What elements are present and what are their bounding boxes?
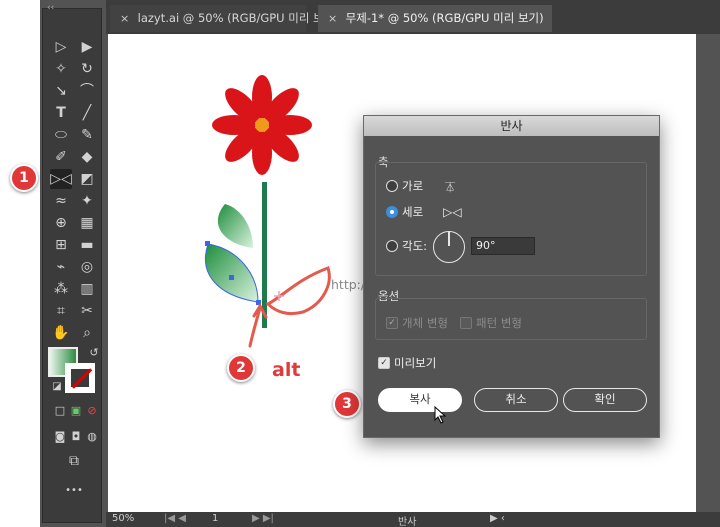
magic-wand-tool-icon[interactable]: ✧ xyxy=(50,59,72,79)
horizontal-axis-option[interactable]: 가로 ⏄ xyxy=(386,178,455,194)
zoom-level[interactable]: 50% xyxy=(112,513,134,524)
paintbrush-tool-icon[interactable]: ✎ xyxy=(76,125,98,145)
shape-builder-tool-icon[interactable]: ⊕ xyxy=(50,213,72,233)
alt-key-label: alt xyxy=(272,359,301,381)
ellipse-tool-icon[interactable]: ⬭ xyxy=(50,125,72,145)
reflect-dialog: 반사 축 가로 ⏄ 세로 ▷◁ 각도: 90° 옵션 ✓ 개체 변형 ✓ 패턴 … xyxy=(363,115,660,438)
reflect-tool-icon[interactable]: ▷◁ xyxy=(50,169,72,189)
transform-patterns-checkbox: ✓ xyxy=(460,317,472,329)
status-bar: 50% |◀ ◀ 1 ▶ ▶| 반사 ▶ ‹ xyxy=(106,512,720,527)
angle-dial[interactable] xyxy=(433,231,465,263)
upper-leaf xyxy=(217,204,253,248)
transform-objects-option: ✓ 개체 변형 xyxy=(386,315,448,331)
angle-axis-option[interactable]: 각도: xyxy=(386,238,427,254)
artboard-nav-next-icon[interactable]: ▶ ▶| xyxy=(252,513,274,524)
transform-patterns-label: 패턴 변형 xyxy=(476,316,522,330)
mesh-tool-icon[interactable]: ⊞ xyxy=(50,235,72,255)
puppet-warp-tool-icon[interactable]: ✦ xyxy=(76,191,98,211)
artboard-nav-first-icon[interactable]: |◀ ◀ xyxy=(164,513,186,524)
eraser-tool-icon[interactable]: ◆ xyxy=(76,147,98,167)
slice-tool-icon[interactable]: ✂ xyxy=(76,301,98,321)
screenshot: × lazyt.ai @ 50% (RGB/GPU 미리 보기) × 무제-1*… xyxy=(0,0,720,527)
artboard-tool-icon[interactable]: ⌗ xyxy=(50,301,72,321)
status-menu-icon[interactable]: ▶ ‹ xyxy=(490,513,505,524)
shaper-tool-icon[interactable]: ✐ xyxy=(50,147,72,167)
scale-tool-icon[interactable]: ◩ xyxy=(76,169,98,189)
preview-checkbox[interactable]: ✓ xyxy=(378,357,390,369)
ok-button[interactable]: 확인 xyxy=(563,388,647,412)
anchor-point[interactable] xyxy=(205,241,210,246)
draw-inside-icon[interactable]: ◍ xyxy=(81,427,103,447)
none-mode-icon[interactable]: ⊘ xyxy=(81,401,103,421)
collapse-panel-icon[interactable]: ‹‹ xyxy=(47,3,54,13)
curvature-tool-icon[interactable]: ⌒ xyxy=(76,81,98,101)
swap-colors-icon[interactable]: ↺ xyxy=(83,343,105,363)
vertical-axis-option[interactable]: 세로 ▷◁ xyxy=(386,204,462,220)
transform-objects-label: 개체 변형 xyxy=(402,316,448,330)
angle-label: 각도: xyxy=(402,239,428,253)
horizontal-label: 가로 xyxy=(402,179,424,193)
hand-tool-icon[interactable]: ✋ xyxy=(50,323,72,343)
screen-mode-icon[interactable]: ⧉ xyxy=(63,451,85,471)
angle-radio[interactable] xyxy=(386,240,398,252)
tab-lazyt[interactable]: × lazyt.ai @ 50% (RGB/GPU 미리 보기) xyxy=(110,5,339,32)
eyedropper-tool-icon[interactable]: ⌁ xyxy=(50,257,72,277)
mouse-cursor-icon xyxy=(434,406,447,424)
perspective-grid-tool-icon[interactable]: ▦ xyxy=(76,213,98,233)
gradient-tool-icon[interactable]: ▬ xyxy=(76,235,98,255)
symbol-sprayer-tool-icon[interactable]: ⁂ xyxy=(50,279,72,299)
stroke-color-swatch[interactable] xyxy=(65,363,95,393)
step-badge-3: 3 xyxy=(333,390,361,418)
line-tool-icon[interactable]: ╱ xyxy=(76,103,98,123)
current-tool-label: 반사 xyxy=(398,517,417,527)
flower-center xyxy=(255,118,269,132)
dialog-title: 반사 xyxy=(364,116,659,136)
selection-tool-icon[interactable]: ▷ xyxy=(50,37,72,57)
cancel-button[interactable]: 취소 xyxy=(474,388,558,412)
step-badge-1: 1 xyxy=(10,164,38,192)
tools-panel: ‹‹ ▷ ▶ ✧ ↻ ↘ ⌒ T ╱ ⬭ ✎ ✐ ◆ ▷◁ ◩ ≈ ✦ ⊕ ▦ … xyxy=(42,3,105,523)
copy-button[interactable]: 복사 xyxy=(378,388,462,412)
direct-selection-tool-icon[interactable]: ▶ xyxy=(76,37,98,57)
type-tool-icon[interactable]: T xyxy=(50,103,72,123)
zoom-tool-icon[interactable]: ⌕ xyxy=(76,323,98,343)
vertical-scrollbar[interactable] xyxy=(696,34,720,512)
default-colors-icon[interactable]: ◪ xyxy=(46,377,68,397)
blend-tool-icon[interactable]: ◎ xyxy=(76,257,98,277)
transform-objects-checkbox: ✓ xyxy=(386,317,398,329)
tab-untitled-active[interactable]: × 무제-1* @ 50% (RGB/GPU 미리 보기) xyxy=(318,5,552,32)
document-tab-bar: × lazyt.ai @ 50% (RGB/GPU 미리 보기) × 무제-1*… xyxy=(106,0,720,34)
flower-stem xyxy=(262,182,267,328)
tab-label: lazyt.ai @ 50% (RGB/GPU 미리 보기) xyxy=(137,11,339,25)
vertical-radio[interactable] xyxy=(386,206,398,218)
pen-tool-icon[interactable]: ↘ xyxy=(50,81,72,101)
horizontal-radio[interactable] xyxy=(386,180,398,192)
lasso-tool-icon[interactable]: ↻ xyxy=(76,59,98,79)
close-tab-icon[interactable]: × xyxy=(328,5,342,32)
column-graph-tool-icon[interactable]: ▥ xyxy=(76,279,98,299)
horizontal-axis-icon: ⏄ xyxy=(445,182,456,194)
reflected-leaf-sketch xyxy=(265,266,331,316)
preview-label: 미리보기 xyxy=(394,356,437,370)
angle-input[interactable]: 90° xyxy=(471,237,535,255)
tab-label: 무제-1* @ 50% (RGB/GPU 미리 보기) xyxy=(345,11,544,25)
step-badge-2: 2 xyxy=(227,354,255,382)
edit-toolbar-icon[interactable]: ••• xyxy=(63,481,85,501)
preview-option[interactable]: ✓ 미리보기 xyxy=(378,355,436,371)
close-tab-icon[interactable]: × xyxy=(120,5,134,32)
width-tool-icon[interactable]: ≈ xyxy=(50,191,72,211)
vertical-axis-icon: ▷◁ xyxy=(443,205,462,219)
transform-patterns-option: ✓ 패턴 변형 xyxy=(460,315,522,331)
vertical-label: 세로 xyxy=(402,205,424,219)
anchor-point[interactable] xyxy=(229,275,234,280)
artboard-number[interactable]: 1 xyxy=(212,513,218,524)
